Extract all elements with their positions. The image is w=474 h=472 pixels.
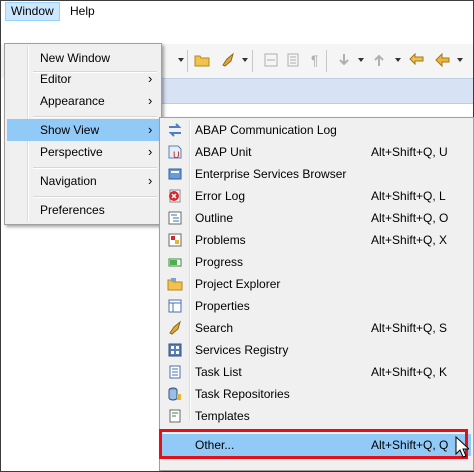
menu-item-label: Perspective [40, 145, 103, 159]
menu-item-label: Outline [195, 211, 234, 225]
menu-item-label: Task List [195, 365, 242, 379]
menubar: Window Help [1, 1, 473, 22]
dropdown-arrow-icon[interactable] [457, 58, 463, 62]
menu-help[interactable]: Help [65, 2, 100, 21]
menu-item-appearance[interactable]: Appearance › [7, 90, 159, 112]
menu-item-services-registry[interactable]: Services Registry [162, 339, 471, 361]
chevron-right-icon: › [148, 71, 153, 86]
toolbar-separator [326, 50, 327, 72]
menu-item-navigation[interactable]: Navigation › [7, 170, 159, 192]
chevron-right-icon: › [148, 173, 153, 188]
menu-separator [33, 196, 157, 198]
menu-item-label: Services Registry [195, 343, 289, 357]
menu-item-label: Enterprise Services Browser [195, 167, 347, 181]
show-view-menu: ABAP Communication Log U ABAP Unit Alt+S… [159, 117, 474, 471]
toolbar-separator [252, 50, 253, 72]
dropdown-arrow-icon[interactable] [178, 58, 184, 62]
highlight-annotation [159, 429, 468, 459]
open-folder-icon[interactable] [194, 52, 210, 68]
problems-icon [168, 233, 182, 247]
menu-item-label: Task Repositories [195, 387, 290, 401]
next-annotation-icon[interactable] [336, 52, 352, 68]
menu-item-label: Project Explorer [195, 277, 281, 291]
menu-item-show-view[interactable]: Show View › [7, 119, 159, 141]
menu-item-new-window[interactable]: New Window [7, 47, 159, 69]
back-arrow-icon[interactable] [435, 52, 451, 68]
svg-text:U: U [173, 150, 180, 160]
abap-unit-icon: U [168, 145, 182, 160]
shortcut-label: Alt+Shift+Q, O [371, 211, 449, 225]
menu-item-label: Templates [195, 409, 250, 423]
menu-item-label: ABAP Communication Log [195, 123, 337, 137]
error-log-icon [169, 189, 181, 203]
menu-item-label: Search [195, 321, 234, 335]
menu-item-problems[interactable]: Problems Alt+Shift+Q, X [162, 229, 471, 251]
menu-item-task-repositories[interactable]: Task Repositories [162, 383, 471, 405]
window-menu: New Window Editor › Appearance › Show View… [4, 43, 162, 225]
menu-item-label: Properties [195, 299, 250, 313]
menu-item-error-log[interactable]: Error Log Alt+Shift+Q, L [162, 185, 471, 207]
menu-item-label: New Window [40, 51, 111, 65]
menu-separator [33, 167, 157, 169]
menu-item-label: Progress [195, 255, 244, 269]
menu-item-label: Error Log [195, 189, 246, 203]
properties-icon [168, 299, 182, 313]
services-browser-icon [168, 168, 182, 180]
shortcut-label: Alt+Shift+Q, U [371, 145, 448, 159]
task-list-icon [169, 365, 181, 379]
toggle-icon[interactable] [263, 52, 279, 68]
menu-item-properties[interactable]: Properties [162, 295, 471, 317]
menu-item-progress[interactable]: Progress [162, 251, 471, 273]
menu-item-templates[interactable]: Templates [162, 405, 471, 427]
menu-window[interactable]: Window [5, 2, 60, 21]
menu-item-label: Navigation [40, 174, 97, 188]
menu-item-editor[interactable]: Editor › [7, 68, 159, 90]
toolbar-separator [187, 50, 188, 72]
templates-icon [169, 409, 181, 423]
mouse-cursor-icon [455, 436, 469, 458]
chevron-right-icon: › [148, 144, 153, 159]
shortcut-label: Alt+Shift+Q, X [371, 233, 448, 247]
task-repositories-icon [168, 387, 181, 401]
shortcut-label: Alt+Shift+Q, K [371, 365, 448, 379]
menu-item-project-explorer[interactable]: Project Explorer [162, 273, 471, 295]
menu-separator [33, 116, 157, 118]
last-edit-icon[interactable] [409, 52, 425, 68]
menu-item-task-list[interactable]: Task List Alt+Shift+Q, K [162, 361, 471, 383]
dropdown-arrow-icon[interactable] [395, 58, 401, 62]
shortcut-label: Alt+Shift+Q, S [371, 321, 448, 335]
menu-item-perspective[interactable]: Perspective › [7, 141, 159, 163]
menu-item-label: Editor [40, 72, 72, 86]
menu-item-abap-communication-log[interactable]: ABAP Communication Log [162, 119, 471, 141]
dropdown-arrow-icon[interactable] [358, 58, 364, 62]
menu-item-enterprise-services-browser[interactable]: Enterprise Services Browser [162, 163, 471, 185]
menu-item-label: ABAP Unit [195, 145, 252, 159]
menu-item-label: Appearance [40, 94, 105, 108]
launch-icon[interactable] [220, 52, 236, 68]
editor-tab-area [160, 78, 473, 104]
shortcut-label: Alt+Shift+Q, L [371, 189, 446, 203]
previous-annotation-icon[interactable] [371, 52, 387, 68]
chevron-right-icon: › [148, 93, 153, 108]
services-registry-icon [168, 343, 182, 357]
chevron-right-icon: › [148, 122, 153, 137]
menu-item-abap-unit[interactable]: U ABAP Unit Alt+Shift+Q, U [162, 141, 471, 163]
pilcrow-icon[interactable]: ¶ [311, 52, 319, 68]
outline-icon [168, 211, 182, 225]
search-icon [169, 320, 181, 335]
menu-item-label: Preferences [40, 203, 105, 217]
menu-item-preferences[interactable]: Preferences [7, 199, 159, 221]
project-explorer-icon [167, 278, 183, 291]
menu-item-label: Problems [195, 233, 246, 247]
menu-item-label: Show View [40, 123, 100, 137]
progress-icon [168, 258, 182, 267]
dropdown-arrow-icon[interactable] [242, 58, 248, 62]
arrows-exchange-icon [168, 123, 182, 137]
menu-item-search[interactable]: Search Alt+Shift+Q, S [162, 317, 471, 339]
menu-item-outline[interactable]: Outline Alt+Shift+Q, O [162, 207, 471, 229]
block-select-icon[interactable] [285, 52, 301, 68]
